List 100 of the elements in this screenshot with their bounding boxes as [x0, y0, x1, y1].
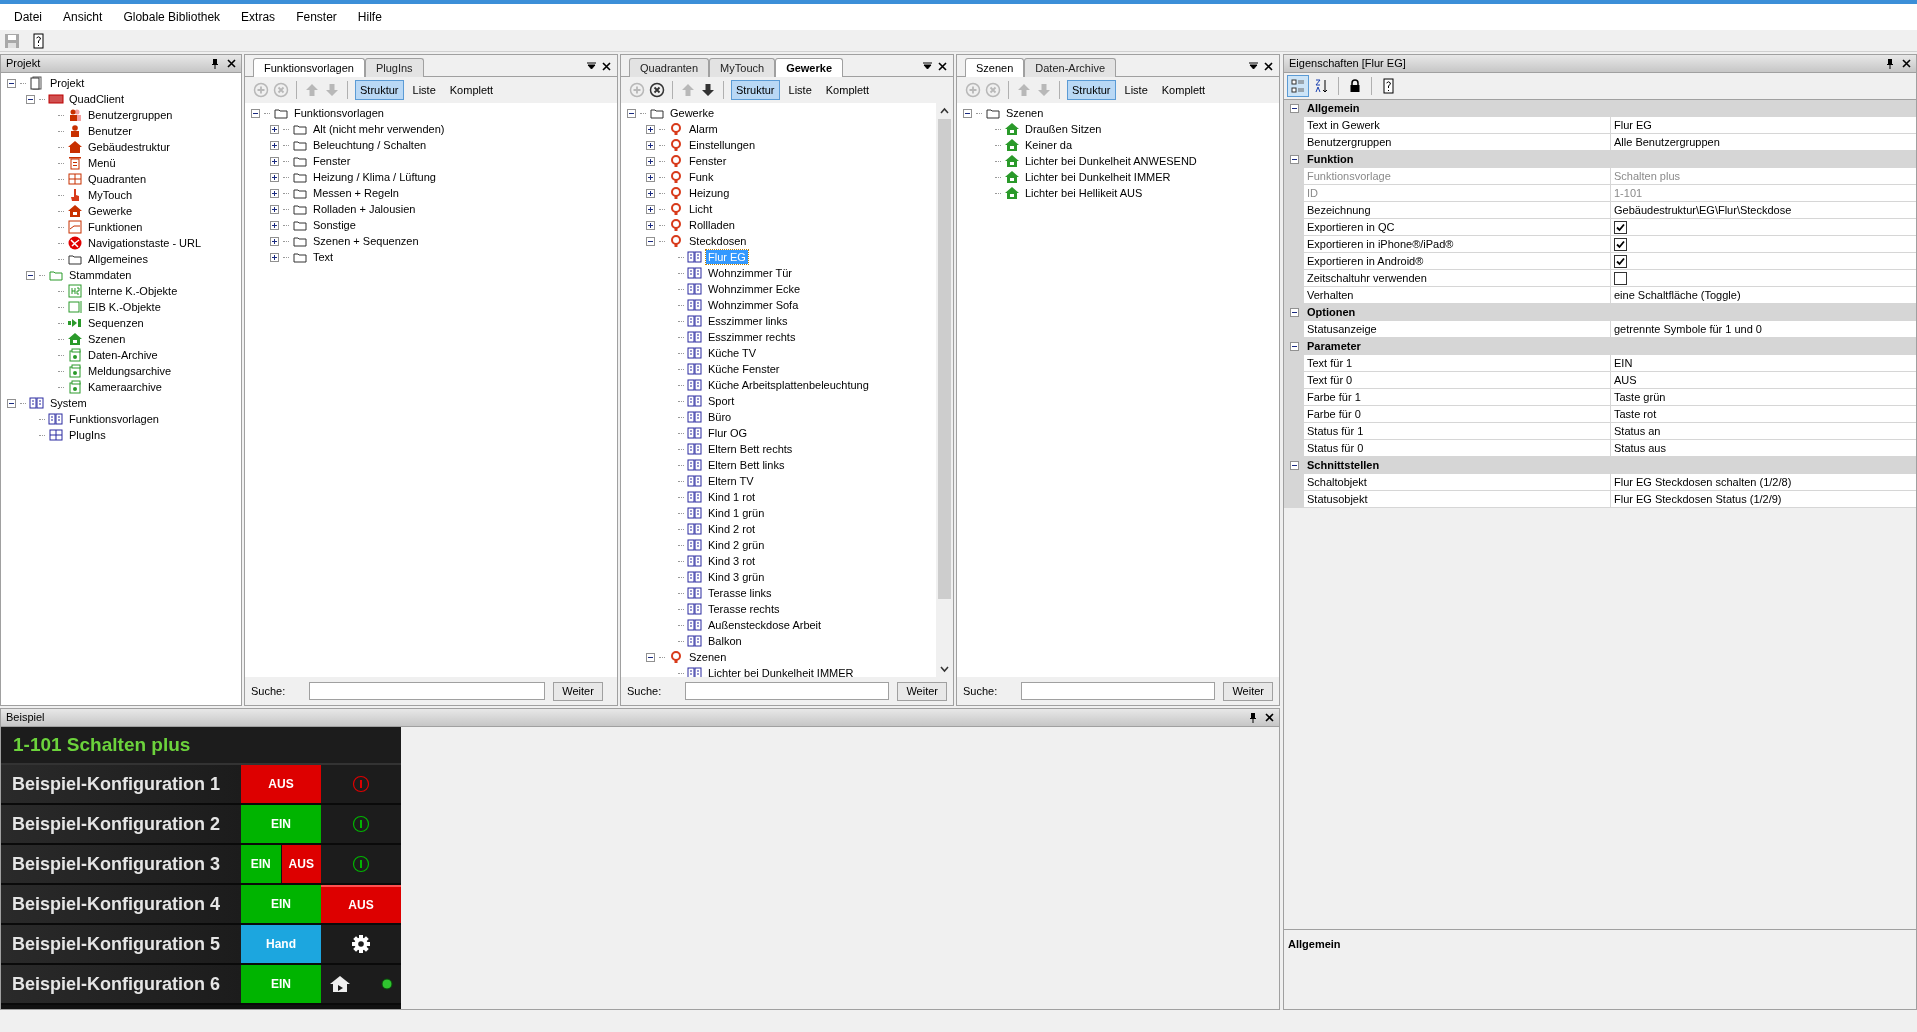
panel-tab[interactable]: Gewerke	[775, 58, 843, 77]
tree-item[interactable]: PlugIns	[67, 428, 108, 442]
expand-icon[interactable]	[270, 140, 279, 150]
tree-item[interactable]: Lichter bei Dunkelheit IMMER	[1023, 170, 1173, 184]
tree-item[interactable]: Küche TV	[706, 346, 759, 360]
tree-item[interactable]: Wohnzimmer Ecke	[706, 282, 803, 296]
tree-item[interactable]: Fenster	[311, 154, 353, 168]
property-value[interactable]: AUS	[1614, 371, 1637, 389]
tree-item[interactable]: Allgemeines	[86, 252, 150, 266]
tree-item[interactable]: Küche Arbeitsplattenbeleuchtung	[706, 378, 871, 392]
tree-item[interactable]: Funktionsvorlagen	[67, 412, 161, 426]
checkbox[interactable]	[1614, 237, 1627, 251]
close-icon[interactable]	[1264, 61, 1273, 71]
tree-item[interactable]: Lichter bei Dunkelheit ANWESEND	[1023, 154, 1199, 168]
tree-item[interactable]: Gebäudestruktur	[86, 140, 172, 154]
close-icon[interactable]	[938, 61, 947, 71]
checkbox[interactable]	[1614, 220, 1627, 234]
tree-item[interactable]: Kind 1 rot	[706, 490, 758, 504]
view-button[interactable]: Struktur	[355, 80, 404, 100]
tree-item[interactable]: Esszimmer rechts	[706, 330, 798, 344]
tree-item[interactable]: Terasse links	[706, 586, 774, 600]
tree-item[interactable]: Rolladen + Jalousien	[311, 202, 418, 216]
tree-item[interactable]: Menü	[86, 156, 118, 170]
expand-icon[interactable]	[646, 156, 655, 166]
tree-item[interactable]: Steckdosen	[687, 234, 749, 248]
panel-tab[interactable]: Quadranten	[629, 58, 710, 77]
expand-icon[interactable]	[646, 204, 655, 214]
property-value[interactable]: Status an	[1614, 422, 1661, 440]
expand-icon[interactable]	[646, 220, 655, 230]
tree-item[interactable]: MyTouch	[86, 188, 135, 202]
close-icon[interactable]	[1265, 713, 1274, 722]
tree-item[interactable]: Büro	[706, 410, 734, 424]
tree-item[interactable]: Lichter bei Dunkelheit IMMER	[706, 666, 856, 677]
view-button[interactable]: Liste	[783, 80, 817, 100]
tree-item[interactable]: Draußen Sitzen	[1023, 122, 1104, 136]
tree-item[interactable]: Meldungsarchive	[86, 364, 174, 378]
next-button[interactable]: Weiter	[897, 681, 947, 701]
tree-item[interactable]: Messen + Regeln	[311, 186, 401, 200]
tree-item[interactable]: Esszimmer links	[706, 314, 790, 328]
categorized-icon[interactable]	[1287, 75, 1309, 97]
collapse-icon[interactable]	[1289, 342, 1299, 351]
property-value[interactable]: Taste grün	[1614, 388, 1666, 406]
view-button[interactable]: Komplett	[820, 80, 875, 100]
switch-button[interactable]: AUS	[241, 765, 321, 803]
settings-icon[interactable]	[351, 934, 371, 954]
menu-item[interactable]: Ansicht	[55, 8, 111, 26]
help-icon[interactable]	[30, 32, 46, 49]
tree-item[interactable]: Flur OG	[706, 426, 750, 440]
tree-item[interactable]: Benutzergruppen	[86, 108, 175, 122]
property-value[interactable]: Flur EG	[1614, 116, 1652, 134]
expand-icon[interactable]	[270, 220, 279, 230]
tree-item[interactable]: Heizung / Klima / Lüftung	[311, 170, 438, 184]
tree-item[interactable]: Stammdaten	[67, 268, 134, 282]
expand-icon[interactable]	[646, 124, 655, 134]
tree-item[interactable]: System	[48, 396, 89, 410]
collapse-icon[interactable]	[646, 652, 655, 662]
panel-tab[interactable]: Funktionsvorlagen	[253, 58, 365, 77]
panel-tab[interactable]: PlugIns	[364, 58, 424, 77]
tree-item[interactable]: Sonstige	[311, 218, 358, 232]
tree-item[interactable]: Fenster	[687, 154, 729, 168]
collapse-icon[interactable]	[963, 108, 972, 118]
collapse-icon[interactable]	[1289, 155, 1299, 164]
tree-item[interactable]: Lichter bei Hellikeit AUS	[1023, 186, 1145, 200]
property-value[interactable]: Status aus	[1614, 439, 1666, 457]
tree-item[interactable]: QuadClient	[67, 92, 127, 106]
tree-item[interactable]: Wohnzimmer Tür	[706, 266, 794, 280]
tree-item[interactable]: Szenen	[687, 650, 729, 664]
expand-icon[interactable]	[646, 140, 655, 150]
tree-item[interactable]: Terasse rechts	[706, 602, 782, 616]
pin-icon[interactable]	[1249, 712, 1257, 723]
tree-item[interactable]: Keiner da	[1023, 138, 1075, 152]
pin-icon[interactable]	[1886, 58, 1894, 69]
view-button[interactable]: Liste	[407, 80, 441, 100]
collapse-icon[interactable]	[251, 108, 260, 118]
next-button[interactable]: Weiter	[1223, 681, 1273, 701]
tree-item[interactable]: Eltern TV	[706, 474, 756, 488]
tree-item[interactable]: Projekt	[48, 76, 87, 90]
tree-item[interactable]: Alarm	[687, 122, 720, 136]
tree-item[interactable]: Heizung	[687, 186, 732, 200]
tree-item[interactable]: Benutzer	[86, 124, 135, 138]
switch-button[interactable]: AUS	[281, 845, 321, 883]
collapse-icon[interactable]	[7, 398, 16, 408]
menu-item[interactable]: Globale Bibliothek	[115, 8, 229, 26]
tree-item[interactable]: Rollladen	[687, 218, 737, 232]
tree-item[interactable]: Text	[311, 250, 336, 264]
tree-item[interactable]: Kameraarchive	[86, 380, 164, 394]
tree-item[interactable]: Kind 2 grün	[706, 538, 767, 552]
collapse-icon[interactable]	[646, 236, 655, 246]
expand-icon[interactable]	[270, 236, 279, 246]
tree-item[interactable]: Gewerke	[668, 106, 717, 120]
expand-icon[interactable]	[270, 156, 279, 166]
next-button[interactable]: Weiter	[553, 681, 603, 701]
close-icon[interactable]	[602, 61, 611, 71]
menu-item[interactable]: Fenster	[288, 8, 345, 26]
expand-icon[interactable]	[270, 204, 279, 214]
property-value[interactable]: EIN	[1614, 354, 1633, 372]
menu-item[interactable]: Datei	[6, 8, 50, 26]
property-value[interactable]: Taste rot	[1614, 405, 1657, 423]
collapse-icon[interactable]	[7, 78, 16, 88]
collapse-icon[interactable]	[26, 94, 35, 104]
